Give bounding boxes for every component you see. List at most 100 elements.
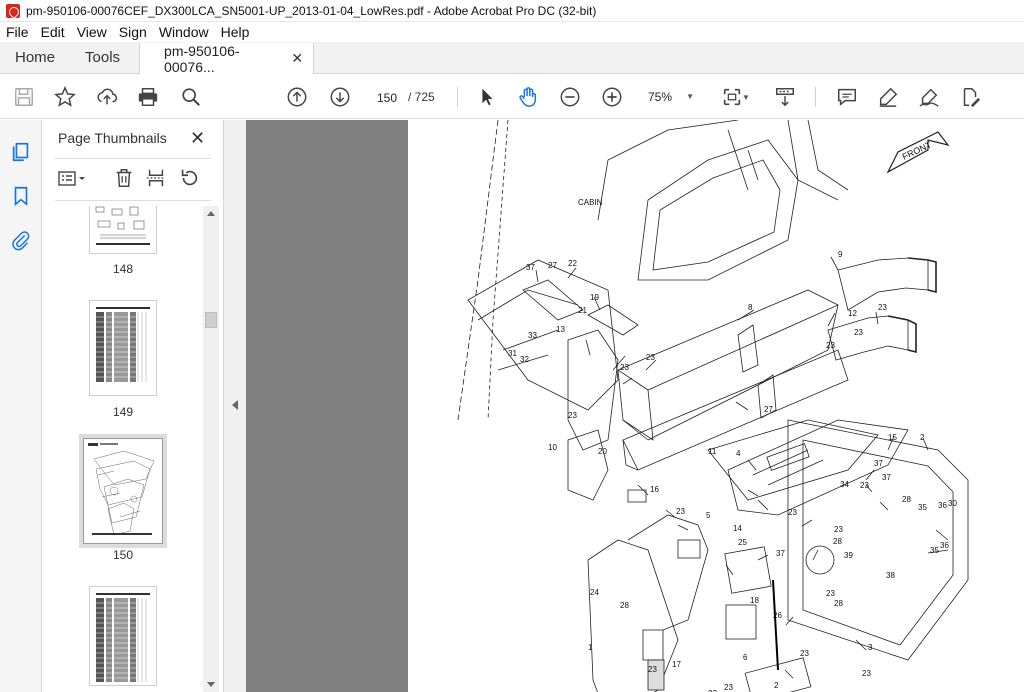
pdf-page: CABIN FRONT 37 27 22 19 33 13 21 31 32 23 23 23 8 9 12…	[408, 120, 1024, 692]
thumbnails-panel: Page Thumbnails ✕ 148 149 150	[43, 120, 223, 692]
scroll-down-icon[interactable]	[207, 682, 215, 687]
menu-edit[interactable]: Edit	[35, 24, 71, 40]
callout-number: 35	[918, 503, 927, 512]
close-panel-icon[interactable]: ✕	[190, 128, 205, 149]
scroll-mode-icon[interactable]	[773, 85, 797, 109]
callout-number: 23	[826, 589, 835, 598]
callout-number: 21	[578, 306, 587, 315]
save-icon[interactable]	[12, 85, 36, 109]
callout-number: 20	[598, 447, 607, 456]
callout-number: 23	[800, 649, 809, 658]
toolbar-divider	[457, 87, 458, 107]
callout-number: 24	[590, 588, 599, 597]
panel-title: Page Thumbnails	[58, 130, 167, 146]
callout-number: 37	[526, 263, 535, 272]
close-tab-icon[interactable]: ✕	[291, 50, 303, 67]
upload-icon[interactable]	[95, 85, 119, 109]
callout-number: 4	[736, 449, 741, 458]
cabin-label: CABIN	[578, 198, 603, 207]
page-thumbnail[interactable]	[89, 586, 157, 686]
callout-number: 31	[508, 349, 517, 358]
callout-number: 15	[888, 433, 897, 442]
callout-number: 9	[838, 250, 843, 259]
page-total: / 725	[408, 90, 435, 104]
comment-icon[interactable]	[835, 85, 859, 109]
thumbnail-label: 149	[112, 405, 134, 419]
callout-number: 23	[646, 353, 655, 362]
prev-page-icon[interactable]	[285, 85, 309, 109]
tab-home[interactable]: Home	[0, 42, 70, 73]
thumbnail-scrollbar[interactable]	[203, 206, 219, 692]
main-toolbar: 150 / 725 75% ▼ ▼	[0, 75, 1024, 119]
callout-number: 23	[788, 508, 797, 517]
menu-window[interactable]: Window	[153, 24, 215, 40]
callout-number: 16	[650, 485, 659, 494]
highlight-icon[interactable]	[876, 85, 900, 109]
tab-tools[interactable]: Tools	[70, 42, 135, 73]
print-icon[interactable]	[136, 85, 160, 109]
callout-number: 23	[620, 363, 629, 372]
zoom-select[interactable]: 75% ▼	[640, 86, 700, 108]
thumbnail-tools	[55, 166, 215, 192]
callout-number: 23	[878, 303, 887, 312]
page-thumbnail-selected[interactable]	[83, 438, 163, 544]
menu-bar: File Edit View Sign Window Help	[0, 22, 1024, 42]
callout-number: 2	[920, 433, 925, 442]
menu-view[interactable]: View	[71, 24, 113, 40]
page-thumbnail[interactable]	[89, 206, 157, 254]
callout-number: 32	[520, 355, 529, 364]
rotate-icon[interactable]	[178, 167, 200, 192]
next-page-icon[interactable]	[328, 85, 352, 109]
zoom-in-icon[interactable]	[600, 85, 624, 109]
callout-number: 23	[568, 411, 577, 420]
sign-icon[interactable]	[917, 85, 941, 109]
tab-document[interactable]: pm-950106-00076... ✕	[139, 43, 315, 75]
callout-number: 23	[862, 669, 871, 678]
select-cursor-icon[interactable]	[475, 85, 499, 109]
document-view[interactable]: CABIN FRONT 37 27 22 19 33 13 21 31 32 23 23 23 8 9 12…	[246, 120, 1024, 692]
callout-number: 27	[548, 261, 557, 270]
attachments-icon[interactable]	[9, 228, 33, 252]
callout-number: 38	[886, 571, 895, 580]
callout-number: 1	[588, 643, 593, 652]
callout-number: 28	[902, 495, 911, 504]
callout-number: 36	[938, 501, 947, 510]
bookmark-star-icon[interactable]	[53, 85, 77, 109]
extract-pages-icon[interactable]	[145, 167, 167, 192]
scrollbar-thumb[interactable]	[205, 312, 217, 328]
delete-icon[interactable]	[113, 167, 135, 192]
collapse-panel-icon[interactable]	[232, 400, 238, 410]
hand-pan-icon[interactable]	[516, 85, 540, 109]
menu-help[interactable]: Help	[215, 24, 256, 40]
callout-number: 33	[528, 331, 537, 340]
callout-number: 14	[733, 524, 742, 533]
callout-number: 35	[930, 546, 939, 555]
page-thumbnails-icon[interactable]	[9, 140, 33, 164]
callout-number: 3	[868, 643, 873, 652]
fill-sign-icon[interactable]	[958, 85, 982, 109]
page-thumbnail[interactable]	[89, 300, 157, 396]
thumbnail-label: 148	[112, 262, 134, 276]
scroll-up-icon[interactable]	[207, 211, 215, 216]
divider	[55, 200, 211, 201]
callout-number: 19	[590, 293, 599, 302]
search-icon[interactable]	[179, 85, 203, 109]
panel-splitter[interactable]	[223, 120, 246, 692]
callout-number: 13	[556, 325, 565, 334]
callout-number: 18	[750, 596, 759, 605]
callout-number: 11	[708, 447, 717, 456]
bookmarks-icon[interactable]	[9, 184, 33, 208]
thumbnail-options-icon[interactable]	[57, 169, 87, 192]
divider	[55, 158, 211, 159]
zoom-out-icon[interactable]	[558, 85, 582, 109]
callout-number: 6	[743, 653, 748, 662]
callout-number: 30	[948, 499, 957, 508]
fit-options-chevron-icon[interactable]: ▼	[740, 85, 752, 109]
page-number-input[interactable]: 150	[369, 86, 405, 108]
callout-number: 36	[940, 541, 949, 550]
menu-file[interactable]: File	[0, 24, 35, 40]
acrobat-logo-icon	[6, 3, 20, 18]
callout-number: 37	[874, 459, 883, 468]
callout-number: 23	[826, 341, 835, 350]
menu-sign[interactable]: Sign	[113, 24, 153, 40]
